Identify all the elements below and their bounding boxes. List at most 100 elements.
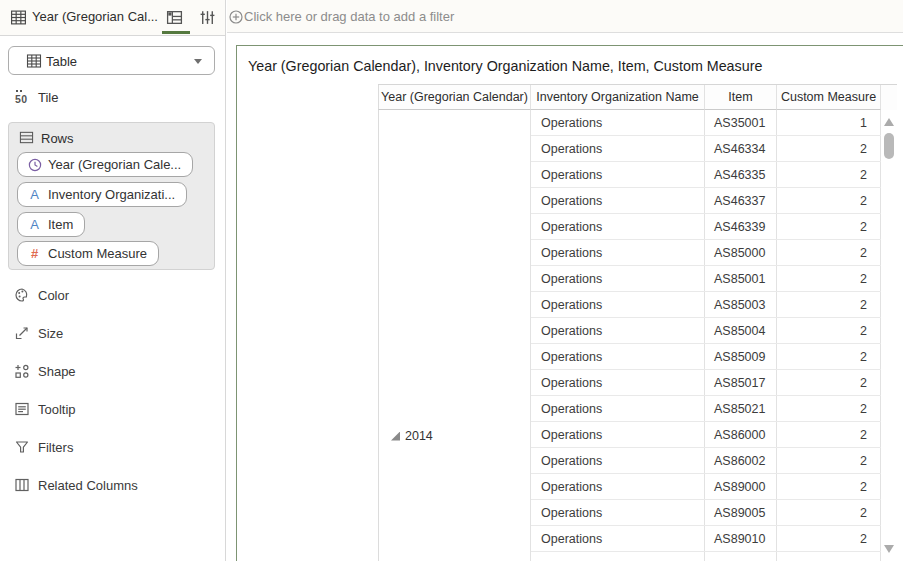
cell-val[interactable]: 2 [777, 422, 881, 447]
table-row[interactable]: OperationsAS463352 [531, 162, 881, 188]
tile-option[interactable]: 50 Tile [0, 86, 225, 110]
sidebar-item-size[interactable]: Size [0, 321, 226, 345]
year-group-cell[interactable]: 2014 [378, 110, 531, 561]
sidebar-item-tooltip[interactable]: Tooltip [0, 397, 226, 421]
cell-org[interactable]: Operations [531, 110, 705, 135]
cell-item[interactable]: AS85021 [705, 396, 777, 421]
column-header-measure[interactable]: Custom Measure [777, 85, 881, 110]
cell-item[interactable]: AS46334 [705, 136, 777, 161]
cell-item[interactable]: AS85000 [705, 240, 777, 265]
cell-org[interactable]: Operations [531, 318, 705, 343]
table-row[interactable]: OperationsAS850092 [531, 344, 881, 370]
table-row[interactable]: OperationsAS850172 [531, 370, 881, 396]
cell-val[interactable]: 2 [777, 474, 881, 499]
cell-org[interactable]: Operations [531, 500, 705, 525]
cell-val[interactable]: 2 [777, 500, 881, 525]
cell-val[interactable]: 2 [777, 162, 881, 187]
cell-org[interactable] [531, 552, 705, 561]
cell-val[interactable]: 2 [777, 370, 881, 395]
cell-val[interactable]: 2 [777, 448, 881, 473]
pill-custom-measure[interactable]: # Custom Measure [17, 241, 159, 266]
sidebar-item-filters[interactable]: Filters [0, 435, 226, 459]
scroll-up-arrow[interactable] [884, 118, 894, 126]
table-row[interactable]: OperationsAS463392 [531, 214, 881, 240]
cell-org[interactable]: Operations [531, 240, 705, 265]
table-row[interactable]: OperationsAS890052 [531, 500, 881, 526]
cell-item[interactable]: AS85003 [705, 292, 777, 317]
table-row[interactable]: OperationsAS463342 [531, 136, 881, 162]
cell-val[interactable]: 2 [777, 266, 881, 291]
filter-bar[interactable]: Click here or drag data to add a filter [227, 0, 903, 33]
table-row[interactable]: OperationsAS890102 [531, 526, 881, 552]
properties-panel-tab[interactable] [199, 9, 216, 26]
cell-item[interactable]: AS85009 [705, 344, 777, 369]
cell-org[interactable]: Operations [531, 370, 705, 395]
sidebar-item-related-columns[interactable]: Related Columns [0, 473, 226, 497]
pill-inventory-org[interactable]: A Inventory Organizati... [17, 182, 187, 207]
cell-val[interactable] [777, 552, 881, 561]
column-header-year[interactable]: Year (Gregorian Calendar) [378, 85, 531, 110]
scroll-down-arrow[interactable] [884, 545, 894, 553]
scrollbar-thumb[interactable] [884, 133, 894, 159]
cell-val[interactable]: 2 [777, 188, 881, 213]
cell-item[interactable]: AS85017 [705, 370, 777, 395]
cell-val[interactable]: 2 [777, 396, 881, 421]
cell-org[interactable]: Operations [531, 292, 705, 317]
cell-org[interactable]: Operations [531, 474, 705, 499]
column-header-org[interactable]: Inventory Organization Name [531, 85, 705, 110]
collapse-triangle-icon[interactable] [391, 432, 400, 441]
pill-year[interactable]: Year (Gregorian Cale... [17, 152, 193, 177]
cell-item[interactable]: AS35001 [705, 110, 777, 135]
cell-org[interactable]: Operations [531, 162, 705, 187]
cell-item[interactable] [705, 552, 777, 561]
table-row[interactable]: OperationsAS850042 [531, 318, 881, 344]
cell-item[interactable]: AS89005 [705, 500, 777, 525]
pill-item[interactable]: A Item [17, 212, 85, 237]
column-header-item[interactable]: Item [705, 85, 777, 110]
visualization-canvas[interactable]: Year (Gregorian Calendar), Inventory Org… [236, 45, 903, 561]
cell-val[interactable]: 2 [777, 214, 881, 239]
viz-type-dropdown[interactable]: Table [8, 46, 215, 75]
cell-org[interactable]: Operations [531, 188, 705, 213]
cell-val[interactable]: 2 [777, 136, 881, 161]
cell-item[interactable]: AS86000 [705, 422, 777, 447]
grammar-panel-tab[interactable] [166, 9, 183, 26]
table-row[interactable]: OperationsAS463372 [531, 188, 881, 214]
table-row[interactable]: OperationsAS850032 [531, 292, 881, 318]
cell-val[interactable]: 2 [777, 240, 881, 265]
table-row[interactable]: OperationsAS860002 [531, 422, 881, 448]
cell-org[interactable]: Operations [531, 526, 705, 551]
cell-org[interactable]: Operations [531, 214, 705, 239]
cell-item[interactable]: AS85001 [705, 266, 777, 291]
cell-org[interactable]: Operations [531, 448, 705, 473]
cell-item[interactable]: AS85004 [705, 318, 777, 343]
table-row[interactable]: OperationsAS860022 [531, 448, 881, 474]
cell-item[interactable]: AS46337 [705, 188, 777, 213]
cell-org[interactable]: Operations [531, 266, 705, 291]
cell-val[interactable]: 2 [777, 526, 881, 551]
cell-org[interactable]: Operations [531, 422, 705, 447]
cell-val[interactable]: 2 [777, 344, 881, 369]
cell-item[interactable]: AS86002 [705, 448, 777, 473]
cell-item[interactable]: AS89010 [705, 526, 777, 551]
table-row[interactable]: OperationsAS850002 [531, 240, 881, 266]
cell-val[interactable]: 2 [777, 292, 881, 317]
vertical-scrollbar[interactable] [881, 110, 897, 561]
cell-val[interactable]: 1 [777, 110, 881, 135]
year-group-label[interactable]: 2014 [391, 429, 433, 443]
sidebar-item-shape[interactable]: Shape [0, 359, 226, 383]
cell-item[interactable]: AS46335 [705, 162, 777, 187]
cell-item[interactable]: AS46339 [705, 214, 777, 239]
cell-val[interactable]: 2 [777, 318, 881, 343]
cell-item[interactable]: AS89000 [705, 474, 777, 499]
cell-org[interactable]: Operations [531, 396, 705, 421]
table-row[interactable]: OperationsAS850012 [531, 266, 881, 292]
table-row[interactable]: OperationsAS890002 [531, 474, 881, 500]
sidebar-item-color[interactable]: Color [0, 283, 226, 307]
table-row[interactable]: OperationsAS350011 [531, 110, 881, 136]
cell-org[interactable]: Operations [531, 344, 705, 369]
data-table: Year (Gregorian Calendar) Inventory Orga… [378, 84, 897, 561]
table-row[interactable] [531, 552, 881, 561]
table-row[interactable]: OperationsAS850212 [531, 396, 881, 422]
cell-org[interactable]: Operations [531, 136, 705, 161]
